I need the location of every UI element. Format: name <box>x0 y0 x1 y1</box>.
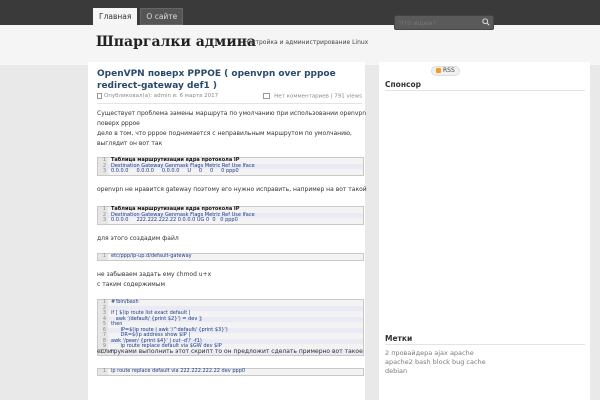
code-line: #!bin/bash <box>111 299 139 305</box>
document-icon <box>97 93 102 99</box>
search-box <box>394 15 494 30</box>
paragraph-2: дело в том, что pppoe поднимается с непр… <box>97 130 352 147</box>
comment-icon <box>263 93 271 99</box>
paragraph-4: для этого создадим файл <box>97 235 179 242</box>
post-title[interactable]: OpenVPN поверх PPPOE ( openvpn over pppo… <box>97 68 362 92</box>
paragraph-5: не забываем задать ему chmod u+x <box>97 271 212 278</box>
sidebar: RSS Спонсор Метки 2 провайдера ajax apac… <box>379 62 590 400</box>
comments-count: Нет комментариев | 791 views <box>274 93 362 100</box>
site-title[interactable]: Шпаргалки админа <box>96 34 256 50</box>
search-input[interactable] <box>397 16 483 29</box>
code-block-2: 1 Таблица маршрутизации ядра протокола IP… <box>97 206 364 225</box>
site-description: Настройка и администрирование Linux <box>244 39 369 46</box>
post-comments[interactable]: Нет комментариев | 791 views <box>263 93 362 100</box>
post-meta: Опубликовал(а): admin в: 6 марта 2017 Не… <box>97 93 362 101</box>
site-header: Шпаргалки админа Настройка и администрир… <box>0 25 600 65</box>
post-published: Опубликовал(а): admin в: 6 марта 2017 <box>104 93 219 99</box>
sponsor-title: Спонсор <box>385 80 421 89</box>
code-line: ip route replace default via 222.222.222… <box>111 368 246 374</box>
divider <box>385 344 585 345</box>
code-block-1: 1 Таблица маршрутизации ядра протокола IP… <box>97 157 364 176</box>
paragraph-1: Существует проблема замены маршрута по у… <box>97 110 367 127</box>
main-nav: Главная О сайте <box>93 8 184 25</box>
code-block-3: 1 etc/ppp/ip-up.d/default-gateway <box>97 253 364 261</box>
nav-about[interactable]: О сайте <box>140 8 184 25</box>
paragraph-3: openvpn не нравится gateway поэтому его … <box>97 186 367 193</box>
divider <box>97 103 362 104</box>
tag-cloud[interactable]: 2 провайдера ajax apache apache2 bash bl… <box>385 349 495 376</box>
rss-label: RSS <box>443 67 455 74</box>
paragraph-6: с таким содержимым <box>97 281 166 288</box>
code-line: 0.0.0.0 0.0.0.0 0.0.0.0 U 0 0 0 ppp0 <box>111 168 239 174</box>
post-content: OpenVPN поверх PPPOE ( openvpn over pppo… <box>88 62 367 400</box>
nav-home[interactable]: Главная <box>93 8 138 25</box>
code-line: etc/ppp/ip-up.d/default-gateway <box>111 253 192 259</box>
code-block-5: 1 ip route replace default via 222.222.22… <box>97 368 364 376</box>
rss-icon <box>436 68 441 73</box>
rss-link[interactable]: RSS <box>431 66 460 76</box>
top-bar: Главная О сайте <box>0 0 600 25</box>
divider <box>385 90 585 91</box>
tags-title: Метки <box>385 334 413 343</box>
paragraph-7: если руками выполнить этот скрипт то он … <box>97 348 363 355</box>
search-icon[interactable] <box>482 18 490 26</box>
code-line: 0.0.0.0 222.222.222.22 0.0.0.0 UG 0 0 0 … <box>111 217 238 223</box>
